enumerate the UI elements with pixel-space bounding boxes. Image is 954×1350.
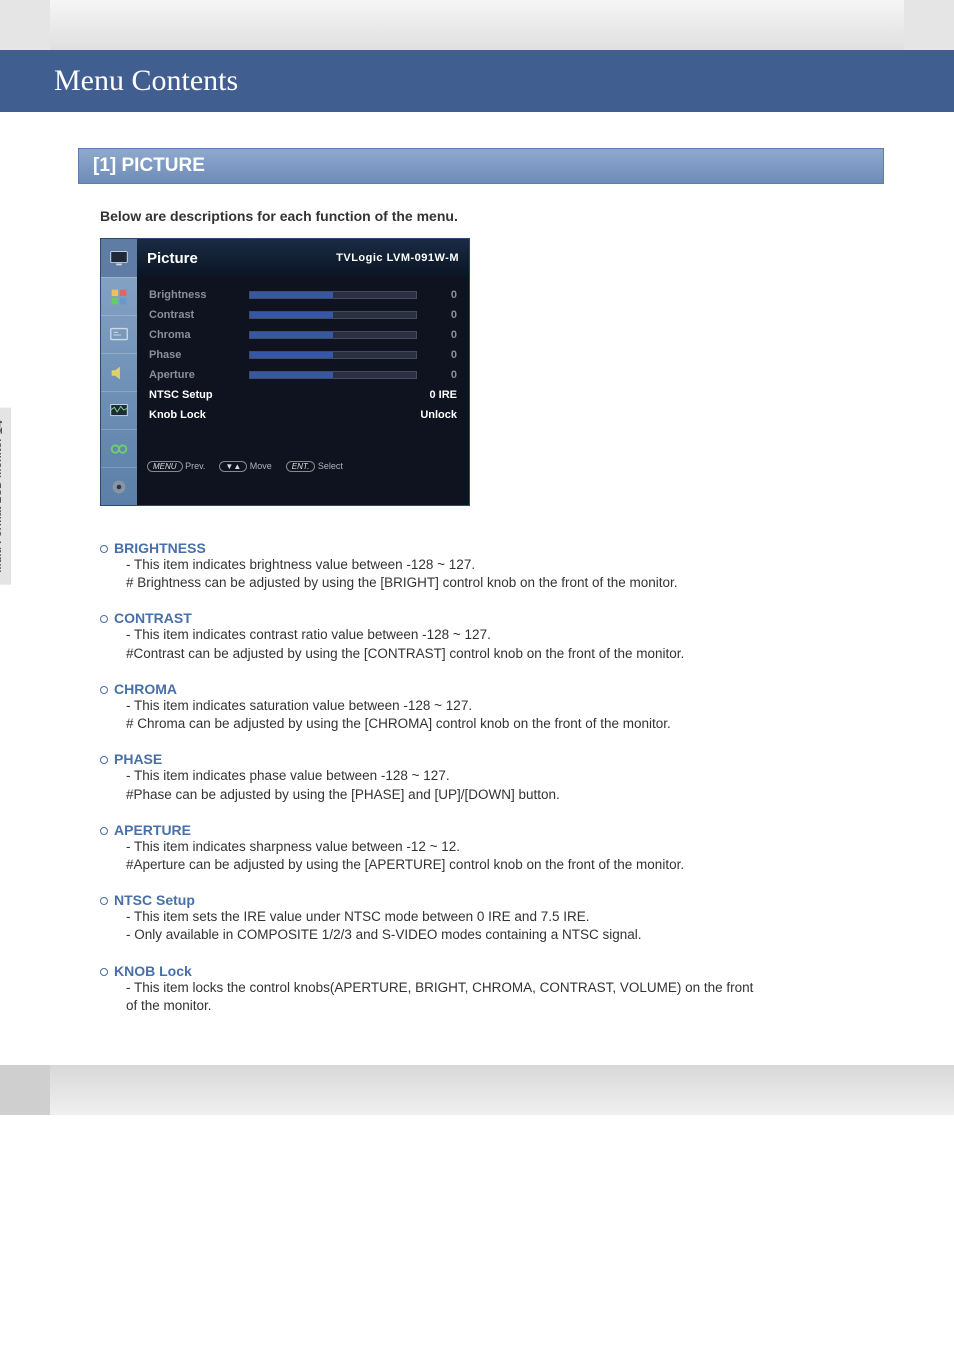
desc-line: - This item indicates saturation value b… (100, 697, 884, 715)
osd-row-label: Brightness (149, 289, 249, 301)
osd-key-label: Prev. (185, 461, 205, 471)
osd-brand: TVLogic LVM-091W-M (336, 252, 459, 264)
section-header: [1] PICTURE (78, 148, 884, 184)
osd-row-chroma: Chroma 0 (137, 325, 469, 345)
desc-item-chroma: CHROMA - This item indicates saturation … (100, 681, 884, 733)
osd-row-value: Unlock (249, 409, 457, 421)
desc-line: - This item sets the IRE value under NTS… (100, 908, 884, 926)
desc-line: # Brightness can be adjusted by using th… (100, 574, 884, 592)
osd-row-value: 0 IRE (249, 389, 457, 401)
desc-heading: CHROMA (100, 681, 884, 697)
osd-slider (249, 371, 417, 379)
color-icon (101, 277, 137, 315)
osd-key-menu: MENU (147, 461, 183, 472)
desc-item-contrast: CONTRAST - This item indicates contrast … (100, 610, 884, 662)
desc-line: # Chroma can be adjusted by using the [C… (100, 715, 884, 733)
desc-item-aperture: APERTURE - This item indicates sharpness… (100, 822, 884, 874)
osd-row-phase: Phase 0 (137, 345, 469, 365)
osd-footer: MENU Prev. ▼▲ Move ENT. Select (137, 451, 469, 479)
osd-slider (249, 291, 417, 299)
osd-row-label: Knob Lock (149, 409, 249, 421)
osd-slider (249, 311, 417, 319)
page-title: Menu Contents (0, 50, 954, 112)
osd-row-value: 0 (417, 309, 457, 321)
monitor-icon (101, 239, 137, 277)
desc-line: - This item indicates phase value betwee… (100, 767, 884, 785)
side-tab-page: 14 (0, 420, 5, 434)
osd-slider (249, 351, 417, 359)
osd-key-label: Select (318, 461, 343, 471)
osd-row-label: Contrast (149, 309, 249, 321)
desc-line: - This item indicates sharpness value be… (100, 838, 884, 856)
osd-menu: Picture TVLogic LVM-091W-M Brightness 0 … (100, 238, 470, 506)
osd-key-label: Move (250, 461, 272, 471)
desc-line: #Contrast can be adjusted by using the [… (100, 645, 884, 663)
desc-item-phase: PHASE - This item indicates phase value … (100, 751, 884, 803)
desc-heading: NTSC Setup (100, 892, 884, 908)
desc-line: #Phase can be adjusted by using the [PHA… (100, 786, 884, 804)
display-icon (101, 315, 137, 353)
osd-row-value: 0 (417, 349, 457, 361)
osd-row-label: NTSC Setup (149, 389, 249, 401)
osd-row-value: 0 (417, 369, 457, 381)
desc-item-knoblock: KNOB Lock - This item locks the control … (100, 963, 884, 1015)
desc-heading: BRIGHTNESS (100, 540, 884, 556)
osd-key-arrows: ▼▲ (219, 461, 247, 472)
desc-heading: KNOB Lock (100, 963, 884, 979)
desc-heading: CONTRAST (100, 610, 884, 626)
audio-icon (101, 353, 137, 391)
osd-slider (249, 331, 417, 339)
osd-row-value: 0 (417, 289, 457, 301)
osd-row-label: Chroma (149, 329, 249, 341)
desc-line: of the monitor. (100, 997, 884, 1015)
gear-icon (101, 467, 137, 505)
desc-heading: PHASE (100, 751, 884, 767)
osd-row-value: 0 (417, 329, 457, 341)
description-list: BRIGHTNESS - This item indicates brightn… (100, 540, 884, 1015)
desc-line: - Only available in COMPOSITE 1/2/3 and … (100, 926, 884, 944)
osd-key-ent: ENT. (286, 461, 316, 472)
osd-header: Picture TVLogic LVM-091W-M (137, 239, 469, 277)
osd-row-label: Aperture (149, 369, 249, 381)
desc-heading: APERTURE (100, 822, 884, 838)
osd-row-brightness: Brightness 0 (137, 285, 469, 305)
osd-row-aperture: Aperture 0 (137, 365, 469, 385)
desc-line: - This item indicates brightness value b… (100, 556, 884, 574)
osd-row-knoblock: Knob Lock Unlock (137, 405, 469, 425)
waveform-icon (101, 391, 137, 429)
side-tab: Multi Format LCD Monitor 14 (0, 408, 11, 585)
page-header-decor (0, 0, 954, 50)
osd-row-ntsc: NTSC Setup 0 IRE (137, 385, 469, 405)
osd-row-label: Phase (149, 349, 249, 361)
link-icon (101, 429, 137, 467)
page-footer-decor (0, 1065, 954, 1115)
side-tab-label: Multi Format LCD Monitor (0, 434, 4, 572)
osd-rows: Brightness 0 Contrast 0 Chroma 0 Phase (137, 277, 469, 505)
desc-line: - This item indicates contrast ratio val… (100, 626, 884, 644)
desc-item-brightness: BRIGHTNESS - This item indicates brightn… (100, 540, 884, 592)
desc-line: #Aperture can be adjusted by using the [… (100, 856, 884, 874)
osd-icon-column (101, 239, 137, 505)
osd-row-contrast: Contrast 0 (137, 305, 469, 325)
intro-text: Below are descriptions for each function… (100, 208, 884, 224)
osd-title: Picture (147, 250, 198, 267)
desc-item-ntsc: NTSC Setup - This item sets the IRE valu… (100, 892, 884, 944)
desc-line: - This item locks the control knobs(APER… (100, 979, 884, 997)
